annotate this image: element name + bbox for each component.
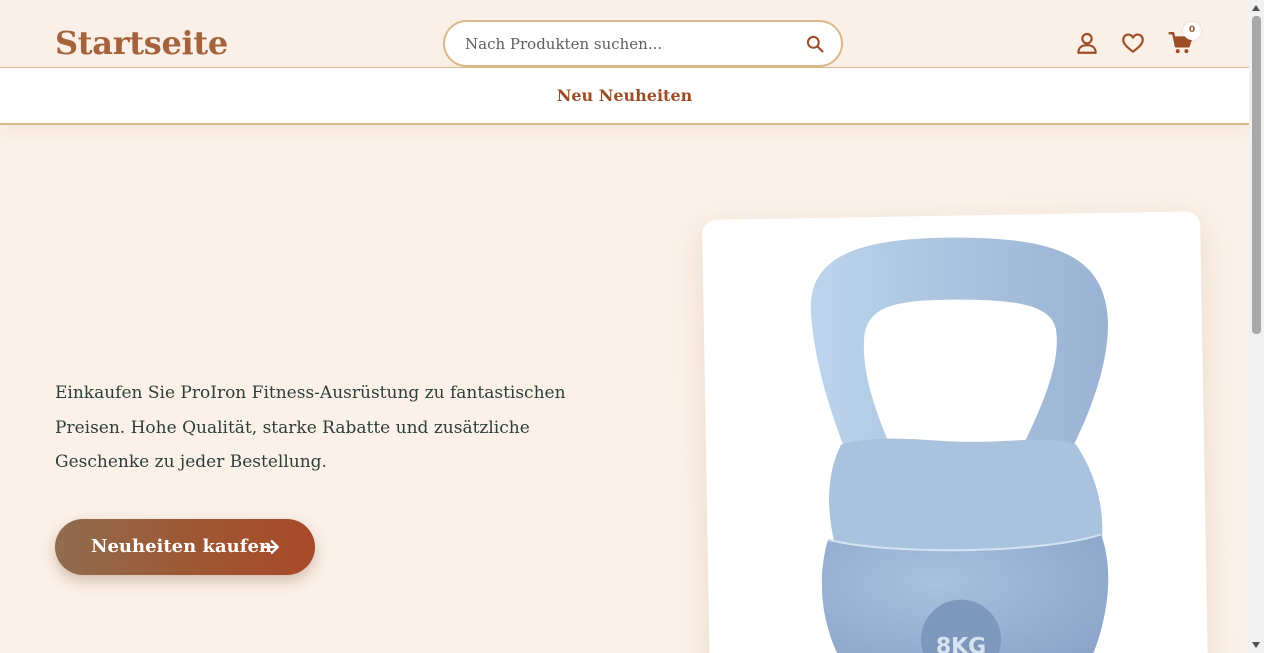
heart-icon[interactable]: [1120, 30, 1146, 56]
scroll-up-arrow[interactable]: [1252, 5, 1260, 11]
search-icon[interactable]: [805, 34, 825, 54]
site-logo[interactable]: Startseite: [55, 24, 228, 62]
cart-count-badge: 0: [1183, 22, 1201, 40]
arrow-right-icon: [262, 540, 279, 554]
scrollbar[interactable]: [1249, 0, 1264, 653]
shop-new-arrivals-button[interactable]: Neuheiten kaufen: [55, 519, 315, 575]
scrollbar-thumb[interactable]: [1252, 16, 1261, 334]
hero-product-card: 8KG: [702, 211, 1208, 653]
user-icon[interactable]: [1074, 30, 1100, 56]
nav-link-neuheiten[interactable]: Neu Neuheiten: [0, 86, 1249, 105]
kettlebell-image: 8KG: [810, 237, 1109, 653]
hero-description: Einkaufen Sie ProIron Fitness-Ausrüstung…: [55, 383, 566, 472]
search-input[interactable]: [465, 33, 795, 55]
weight-label: 8KG: [936, 635, 986, 653]
main-nav: Neu Neuheiten: [0, 68, 1249, 125]
search-box[interactable]: [443, 20, 843, 67]
scroll-down-arrow[interactable]: [1252, 642, 1260, 648]
site-header: Startseite 0: [0, 0, 1249, 68]
cta-label: Neuheiten kaufen: [91, 536, 272, 557]
